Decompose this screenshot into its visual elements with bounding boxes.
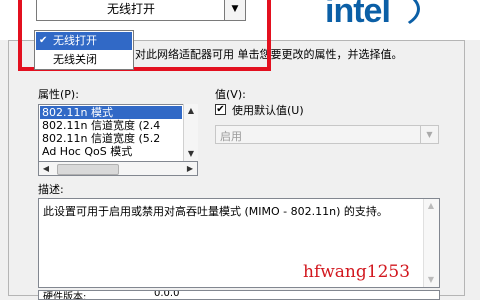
value-select[interactable]: 启用 ▼ [215,125,439,144]
hardware-version-label: 硬件版本: [43,292,87,300]
dropdown-option-on[interactable]: ✔ 无线打开 [36,32,132,50]
dropdown-option-label: 无线关闭 [53,53,97,66]
chevron-down-icon[interactable]: ▼ [224,0,245,20]
scroll-right-icon[interactable]: ▶ [185,162,195,175]
value-select-text: 启用 [220,130,242,143]
scroll-down-icon[interactable]: ▼ [184,147,198,160]
mode-dropdown-list[interactable]: ✔ 无线打开 无线关闭 [34,30,134,70]
description-text: 此设置可用于启用或禁用对高吞吐量模式 (MIMO - 802.11n) 的支持。 [43,205,388,218]
mode-select-text: 无线打开 [106,2,155,16]
scroll-up-icon[interactable]: ▲ [424,199,438,212]
description-scrollbar[interactable]: ▲ ▼ [423,199,439,287]
hscroll-thumb[interactable] [57,164,119,175]
dropdown-option-label: 无线打开 [53,34,97,47]
mode-select[interactable]: 无线打开 ▼ [36,0,246,21]
watermark: hfwang1253 [303,262,411,282]
description-label: 描述: [38,183,64,196]
chevron-down-icon[interactable]: ▼ [420,126,438,143]
check-icon: ✔ [39,35,48,46]
intel-logo: intel [325,0,391,30]
list-item[interactable]: 802.11n 模式 [40,106,182,119]
hardware-version-box: 硬件版本: 0.0.0 [38,290,440,300]
scroll-down-icon[interactable]: ▼ [424,273,438,286]
dropdown-option-off[interactable]: 无线关闭 [36,51,132,69]
property-list-hscroll[interactable]: ◀ ▶ [38,161,198,176]
property-label: 属性(P): [38,88,79,101]
scroll-left-icon[interactable]: ◀ [41,162,51,175]
use-default-checkbox[interactable]: ✔ [215,104,226,115]
property-list-vscroll[interactable]: ▲ ▼ [183,104,198,161]
list-item[interactable]: Ad Hoc QoS 模式 [40,145,182,158]
hardware-version-value: 0.0.0 [154,290,180,299]
use-default-label[interactable]: 使用默认值(U) [232,102,304,118]
scroll-up-icon[interactable]: ▲ [184,104,198,117]
list-item[interactable]: 802.11n 信道宽度 (2.4 [40,119,182,132]
list-item[interactable]: 802.11n 信道宽度 (5.2 [40,132,182,145]
value-label: 值(V): [215,88,246,101]
